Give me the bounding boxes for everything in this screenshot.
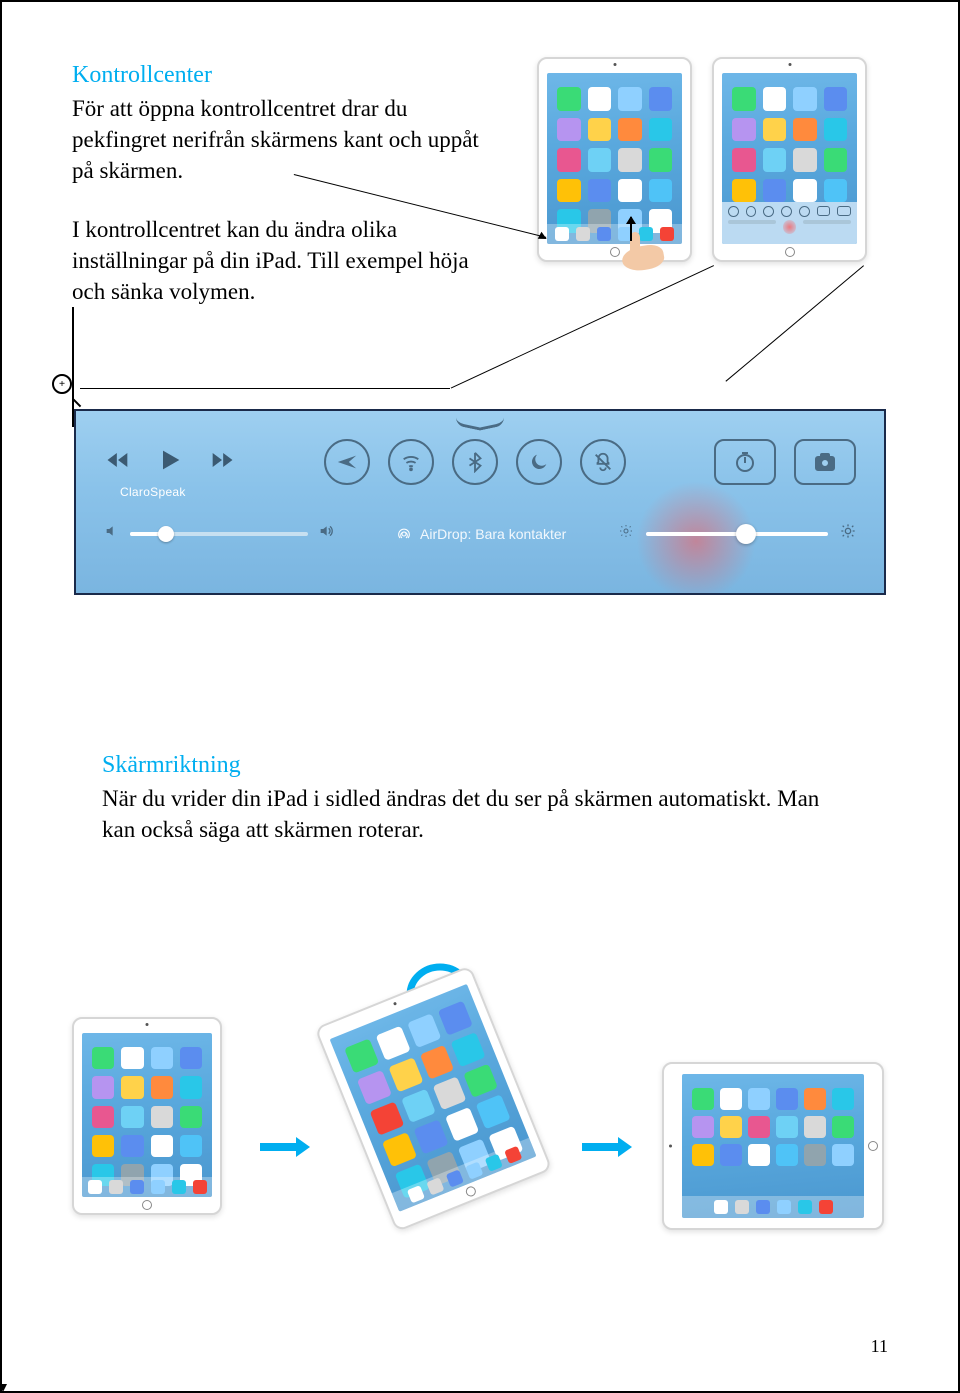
ipad-landscape xyxy=(662,1062,884,1230)
ipad-control-center-open xyxy=(712,57,867,262)
swipe-hand-icon xyxy=(602,232,667,277)
text-column: Kontrollcenter För att öppna kontrollcen… xyxy=(72,62,492,307)
swipe-up-arrow-icon xyxy=(630,217,632,241)
para-rotation: När du vrider din iPad i sidled ändras d… xyxy=(102,783,852,845)
play-icon[interactable] xyxy=(156,446,184,479)
mute-toggle[interactable] xyxy=(580,439,626,485)
page-number: 11 xyxy=(871,1336,888,1357)
brightness-high-icon xyxy=(840,523,856,544)
heading-kontrollcenter: Kontrollcenter xyxy=(72,62,492,89)
heading-skarmriktning: Skärmriktning xyxy=(102,752,852,779)
bluetooth-toggle[interactable] xyxy=(452,439,498,485)
do-not-disturb-toggle[interactable] xyxy=(516,439,562,485)
ipad-portrait xyxy=(72,1017,222,1215)
volume-slider[interactable] xyxy=(104,523,334,544)
airdrop-button[interactable]: AirDrop: Bara kontakter xyxy=(396,526,566,542)
airplane-mode-toggle[interactable] xyxy=(324,439,370,485)
brightness-low-icon xyxy=(618,523,634,544)
ipad-rotating xyxy=(314,953,589,1250)
camera-shortcut[interactable] xyxy=(794,439,856,485)
section-skarmriktning: Skärmriktning När du vrider din iPad i s… xyxy=(102,752,852,845)
volume-high-icon xyxy=(318,523,334,544)
rewind-icon[interactable] xyxy=(104,446,132,479)
magnifier-icon: + xyxy=(52,374,80,402)
wifi-toggle[interactable] xyxy=(388,439,434,485)
airdrop-label: AirDrop: Bara kontakter xyxy=(420,526,566,542)
transition-arrow-icon xyxy=(260,1137,310,1157)
control-center-panel: ClaroSpeak AirDrop: Bara kontakter xyxy=(74,409,886,595)
para-settings: I kontrollcentret kan du ändra olika ins… xyxy=(72,214,492,307)
transition-arrow-icon xyxy=(582,1137,632,1157)
media-controls xyxy=(104,446,236,479)
page: Kontrollcenter För att öppna kontrollcen… xyxy=(0,0,960,1393)
para-open-control-center: För att öppna kontrollcentret drar du pe… xyxy=(72,93,492,186)
magnifier-line xyxy=(80,388,450,389)
volume-low-icon xyxy=(104,523,120,544)
forward-icon[interactable] xyxy=(208,446,236,479)
now-playing-label: ClaroSpeak xyxy=(120,485,186,499)
grabber-icon xyxy=(456,419,504,427)
timer-shortcut[interactable] xyxy=(714,439,776,485)
brightness-slider[interactable] xyxy=(618,523,856,544)
